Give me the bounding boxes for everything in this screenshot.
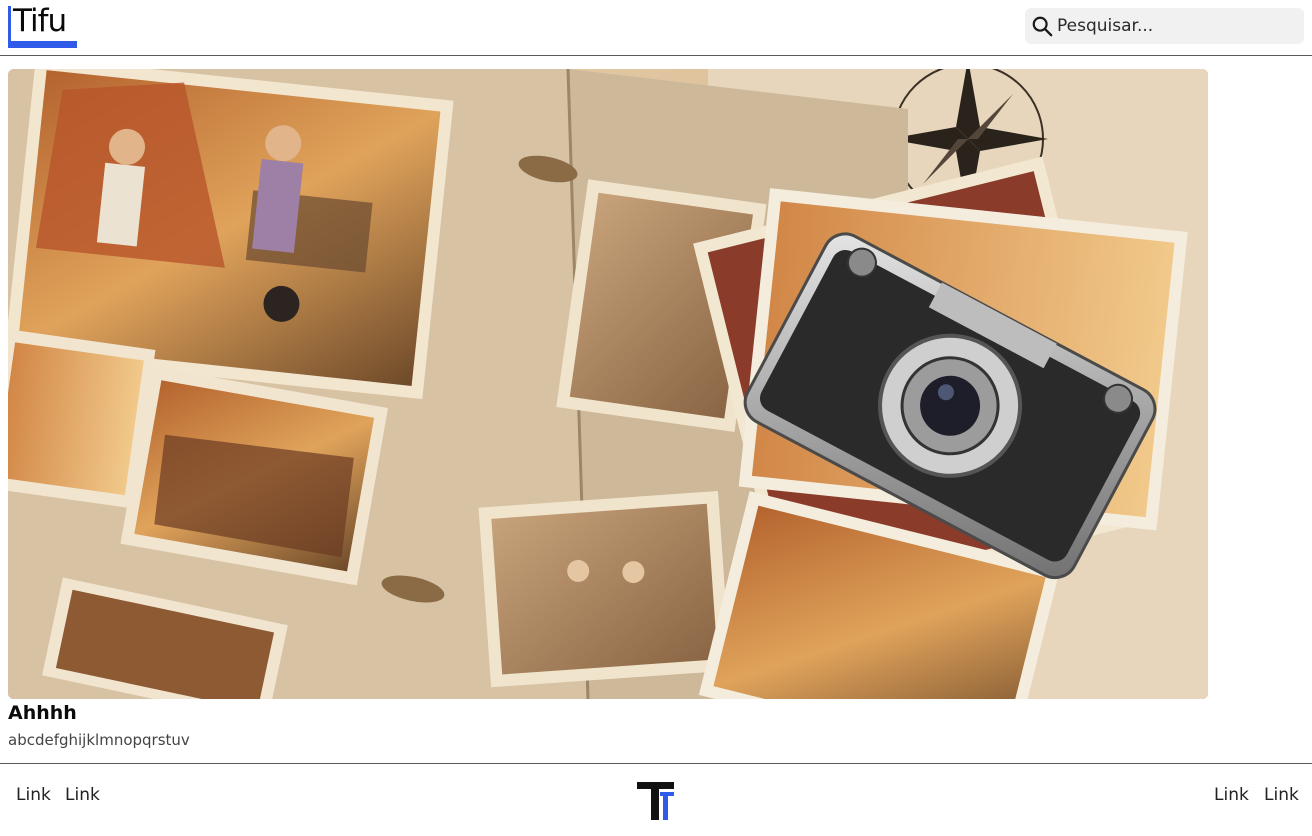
hero-image[interactable] [8, 69, 1208, 699]
footer-link-left-1[interactable]: Link [16, 785, 51, 805]
search-input[interactable] [1057, 8, 1297, 44]
search-box [1025, 8, 1304, 44]
card-description: abcdefghijklmnopqrstuv [8, 731, 190, 749]
site-footer: Link Link Link Link [0, 763, 1312, 836]
logo-link[interactable]: Tifu [8, 1, 78, 48]
site-header: Tifu [0, 0, 1312, 56]
tifu-t-logo-icon[interactable] [637, 780, 675, 822]
footer-link-right-1[interactable]: Link [1214, 785, 1249, 805]
footer-link-right-2[interactable]: Link [1264, 785, 1299, 805]
logo-accent-underline [8, 41, 77, 48]
search-icon[interactable] [1031, 15, 1053, 37]
footer-link-left-2[interactable]: Link [65, 785, 100, 805]
logo-text: Tifu [11, 1, 69, 41]
card-title: Ahhhh [8, 702, 77, 724]
photo-album-illustration [8, 69, 1208, 699]
